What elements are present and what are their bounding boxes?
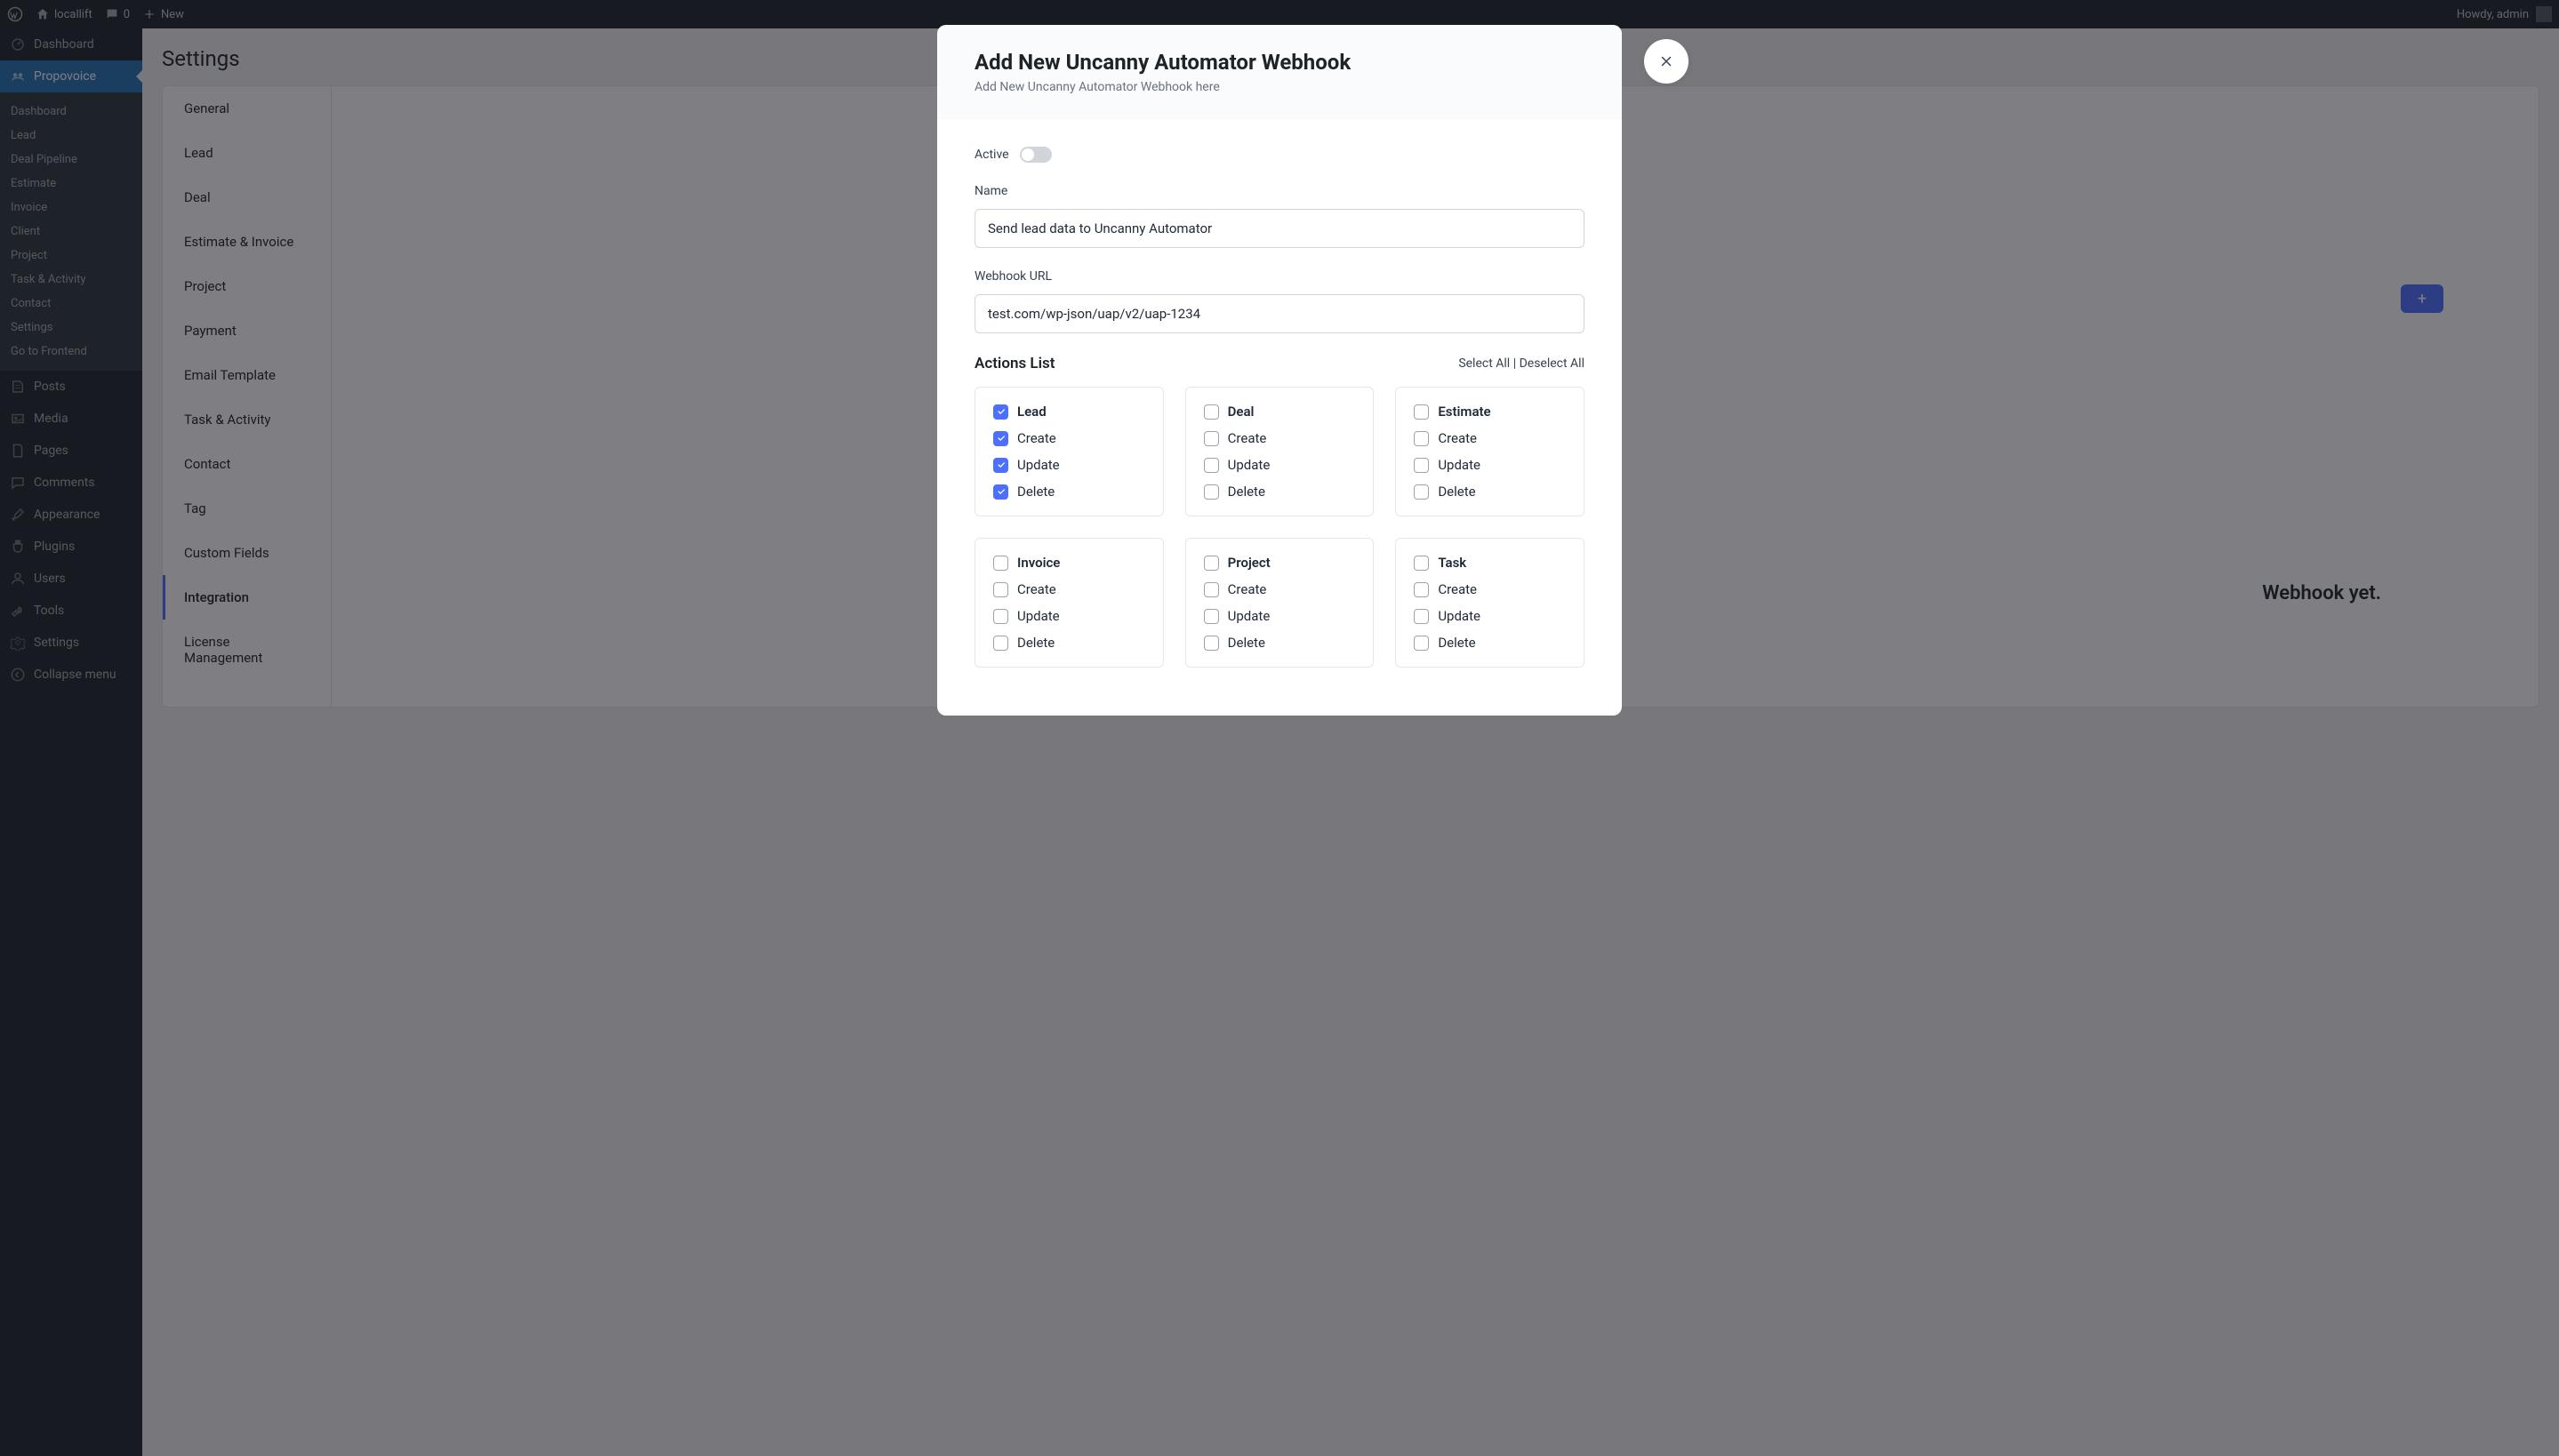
modal-subtitle: Add New Uncanny Automator Webhook here	[975, 80, 1584, 94]
checkbox[interactable]	[993, 404, 1008, 420]
item-label: Update	[1228, 457, 1271, 473]
close-button[interactable]	[1644, 39, 1689, 84]
checkbox[interactable]	[1414, 582, 1429, 597]
checkbox[interactable]	[1414, 431, 1429, 446]
url-input[interactable]	[975, 294, 1584, 333]
action-card: Deal Create Update Delete	[1185, 387, 1375, 516]
active-toggle[interactable]	[1020, 147, 1052, 163]
checkbox[interactable]	[1414, 556, 1429, 571]
group-label: Lead	[1017, 404, 1047, 420]
modal: Add New Uncanny Automator Webhook Add Ne…	[937, 25, 1622, 716]
action-card: Task Create Update Delete	[1395, 538, 1584, 668]
select-all-link[interactable]: Select All	[1458, 356, 1510, 371]
checkbox[interactable]	[1204, 609, 1219, 624]
checkbox[interactable]	[1204, 556, 1219, 571]
url-label: Webhook URL	[975, 269, 1584, 284]
item-label: Delete	[1228, 635, 1265, 651]
name-input[interactable]	[975, 209, 1584, 248]
checkbox[interactable]	[1204, 458, 1219, 473]
action-card: Lead Create Update Delete	[975, 387, 1164, 516]
checkbox[interactable]	[993, 458, 1008, 473]
checkbox[interactable]	[1414, 609, 1429, 624]
group-label: Task	[1438, 555, 1466, 571]
group-label: Project	[1228, 555, 1271, 571]
checkbox[interactable]	[1204, 404, 1219, 420]
item-label: Create	[1228, 430, 1267, 446]
checkbox[interactable]	[1204, 484, 1219, 500]
group-label: Invoice	[1017, 555, 1060, 571]
checkbox[interactable]	[1414, 458, 1429, 473]
item-label: Update	[1017, 608, 1060, 624]
item-label: Delete	[1438, 635, 1475, 651]
item-label: Delete	[1438, 484, 1475, 500]
item-label: Update	[1228, 608, 1271, 624]
checkbox[interactable]	[993, 582, 1008, 597]
item-label: Update	[1438, 608, 1480, 624]
active-label: Active	[975, 148, 1009, 162]
item-label: Create	[1438, 581, 1477, 597]
action-card: Invoice Create Update Delete	[975, 538, 1164, 668]
checkbox[interactable]	[1204, 636, 1219, 651]
name-label: Name	[975, 184, 1584, 198]
item-label: Update	[1438, 457, 1480, 473]
checkbox[interactable]	[993, 609, 1008, 624]
item-label: Create	[1017, 581, 1056, 597]
checkbox[interactable]	[1414, 636, 1429, 651]
checkbox[interactable]	[1204, 431, 1219, 446]
checkbox[interactable]	[993, 431, 1008, 446]
item-label: Delete	[1228, 484, 1265, 500]
checkbox[interactable]	[993, 484, 1008, 500]
action-card: Project Create Update Delete	[1185, 538, 1375, 668]
actions-title: Actions List	[975, 355, 1055, 372]
checkbox[interactable]	[1204, 582, 1219, 597]
item-label: Create	[1017, 430, 1056, 446]
checkbox[interactable]	[1414, 484, 1429, 500]
group-label: Estimate	[1438, 404, 1490, 420]
close-icon	[1658, 53, 1674, 69]
deselect-all-link[interactable]: Deselect All	[1520, 356, 1584, 371]
checkbox[interactable]	[993, 636, 1008, 651]
item-label: Create	[1438, 430, 1477, 446]
item-label: Delete	[1017, 484, 1055, 500]
action-card: Estimate Create Update Delete	[1395, 387, 1584, 516]
item-label: Create	[1228, 581, 1267, 597]
group-label: Deal	[1228, 404, 1255, 420]
item-label: Delete	[1017, 635, 1055, 651]
checkbox[interactable]	[993, 556, 1008, 571]
item-label: Update	[1017, 457, 1060, 473]
modal-title: Add New Uncanny Automator Webhook	[975, 50, 1584, 75]
checkbox[interactable]	[1414, 404, 1429, 420]
